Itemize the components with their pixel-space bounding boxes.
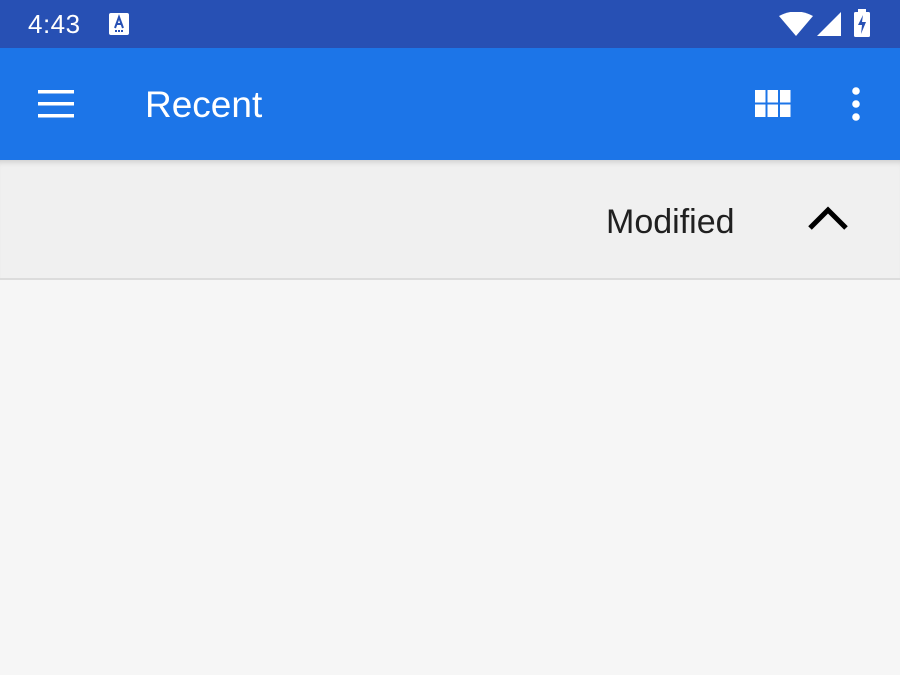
sort-by-button[interactable]: Modified [606,202,735,242]
cell-signal-icon [817,12,841,36]
grid-view-icon [755,90,791,117]
status-time: 4:43 [28,9,81,39]
chevron-up-icon [808,206,848,230]
battery-charging-icon [853,9,871,37]
sort-bar: Modified [0,160,900,280]
grid-view-button[interactable] [745,78,801,130]
sort-direction-button[interactable] [804,198,852,242]
app-notification-icon [109,13,129,35]
app-bar: Recent [0,48,900,160]
wifi-icon [779,11,813,36]
more-options-button[interactable] [830,78,882,130]
hamburger-menu-icon [38,90,74,118]
status-bar: 4:43 [0,0,900,48]
more-vert-icon [852,87,860,121]
hamburger-menu-button[interactable] [28,76,84,132]
page-title: Recent [145,84,263,125]
recent-files-list [0,280,900,675]
